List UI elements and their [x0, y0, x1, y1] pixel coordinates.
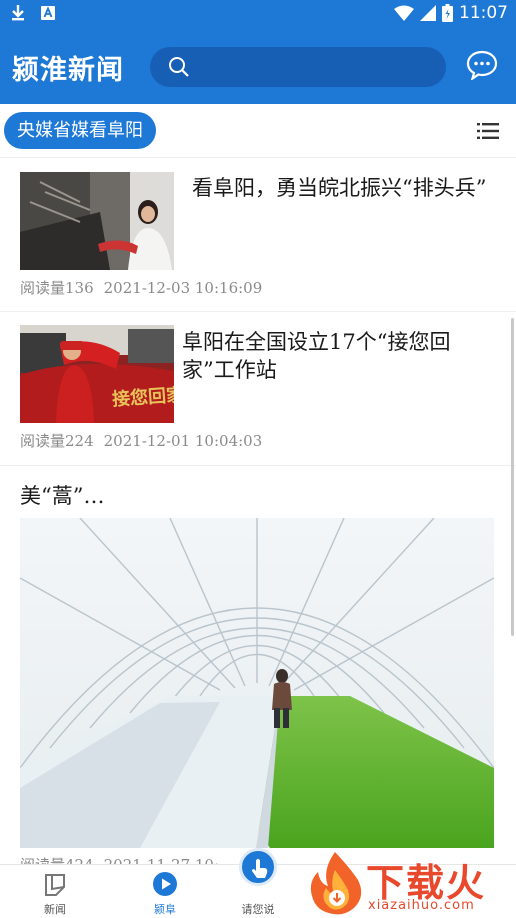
status-time: 11:07 [459, 3, 508, 23]
flame-logo-icon [310, 852, 362, 915]
channel-tab-active[interactable]: 央媒省媒看阜阳 [4, 112, 156, 149]
read-count: 阅读量424 [20, 856, 94, 864]
hand-tap-icon [252, 859, 268, 878]
list-menu-icon[interactable] [477, 123, 499, 139]
read-count: 阅读量224 [20, 432, 94, 450]
watermark-url: xiazaihuo.com [368, 898, 475, 913]
article-thumbnail [20, 172, 174, 270]
article-thumbnail: 接您回家 [20, 325, 174, 423]
article-meta: 阅读量136 2021-12-03 10:16:09 [20, 277, 262, 298]
tab-label: 请您说 [241, 903, 275, 916]
publish-time: 2021-12-01 10:04:03 [103, 432, 263, 450]
wifi-icon [394, 5, 414, 21]
signal-icon [420, 5, 436, 21]
article-meta: 阅读量4242021-11-27 10:5 [20, 854, 263, 864]
scrollbar[interactable] [511, 318, 514, 636]
news-item[interactable]: 看阜阳，勇当皖北振兴“排头兵” 阅读量136 2021-12-03 10:16:0… [0, 158, 516, 312]
tab-yingfu[interactable]: 颍阜 [115, 865, 215, 918]
play-icon [153, 872, 177, 896]
watermark: 下载火 xiazaihuo.com [300, 850, 516, 918]
news-feed[interactable]: 看阜阳，勇当皖北振兴“排头兵” 阅读量136 2021-12-03 10:16:0… [0, 158, 516, 864]
search-bar[interactable] [150, 47, 446, 87]
channel-bar: 央媒省媒看阜阳 [0, 104, 516, 158]
article-title[interactable]: 看阜阳，勇当皖北振兴“排头兵” [182, 174, 500, 202]
article-title[interactable]: 美“蒿”… [20, 480, 104, 510]
publish-time: 2021-12-03 10:16:09 [103, 279, 263, 297]
read-count: 阅读量136 [20, 279, 94, 297]
message-icon[interactable] [466, 50, 498, 80]
tab-label: 颍阜 [154, 903, 176, 916]
download-icon [12, 5, 24, 21]
article-meta: 阅读量224 2021-12-01 10:04:03 [20, 430, 262, 451]
article-image [20, 518, 494, 848]
search-icon [169, 57, 189, 77]
news-item[interactable]: 接您回家 阜阳在全国设立17个“接您回家”工作站 阅读量224 2021-12-0… [0, 312, 516, 466]
speak-button[interactable] [239, 848, 277, 886]
tab-news[interactable]: 新闻 [5, 865, 105, 918]
tab-label: 新闻 [44, 903, 66, 916]
news-item-large[interactable]: 美“蒿”… [0, 466, 516, 864]
news-icon [45, 874, 65, 896]
battery-icon [442, 4, 453, 22]
image-banner-text: 接您回家 [111, 384, 174, 411]
app-bar: 颍淮新闻 [0, 26, 516, 104]
a-notification-icon [41, 6, 55, 20]
app-logo: 颍淮新闻 [12, 55, 124, 86]
status-bar: 11:07 [0, 0, 516, 26]
article-title[interactable]: 阜阳在全国设立17个“接您回家”工作站 [182, 328, 500, 384]
publish-time: 2021-11-27 10: [104, 856, 219, 864]
